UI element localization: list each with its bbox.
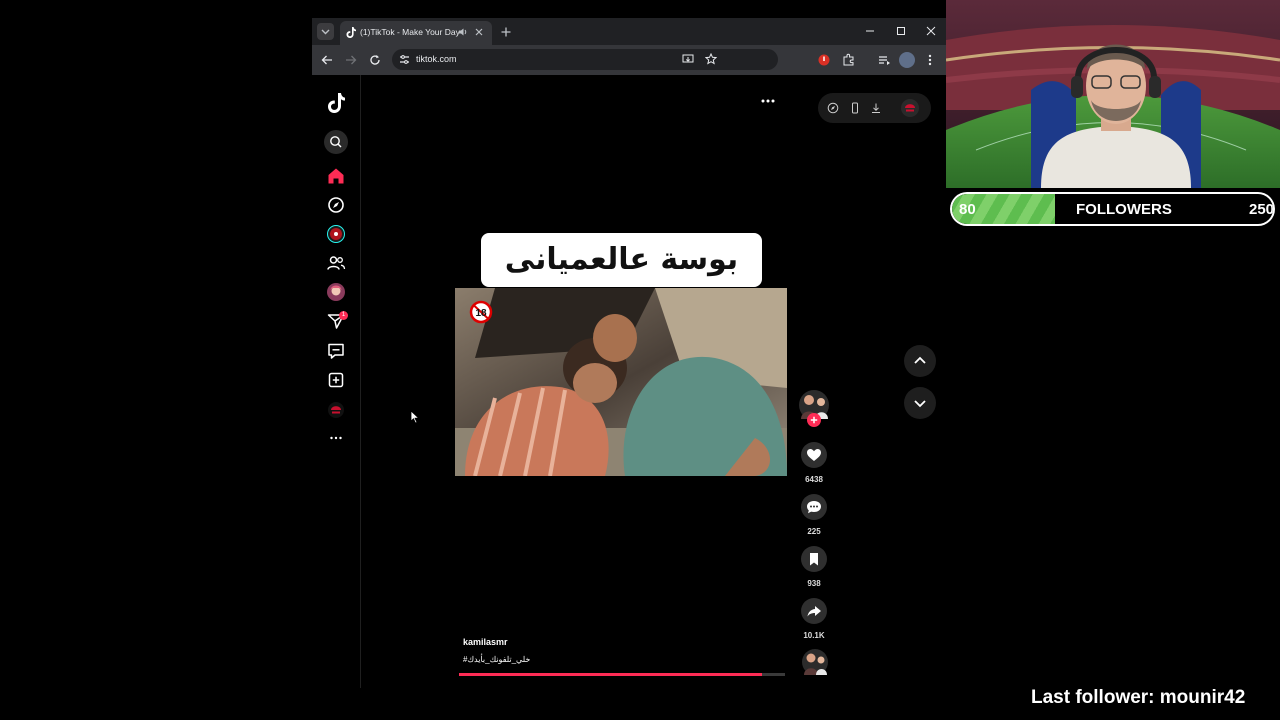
inbox-icon[interactable]: [326, 341, 346, 361]
last-follower-text: Last follower: mounir42: [1031, 687, 1246, 708]
chevron-down-icon: [914, 400, 926, 408]
follower-goal-track: 80 FOLLOWERS 250: [952, 194, 1273, 224]
home-icon[interactable]: [326, 166, 346, 186]
share-button[interactable]: [801, 598, 827, 624]
comment-bubble-icon: [807, 501, 821, 514]
download-icon[interactable]: [870, 102, 882, 114]
search-button[interactable]: [324, 130, 348, 154]
bookmark-star-icon[interactable]: [705, 53, 717, 65]
new-tab-button[interactable]: [498, 24, 514, 40]
like-count: 6438: [805, 475, 823, 484]
video-progress-fill: [459, 673, 763, 676]
video-options-dots-icon[interactable]: [760, 96, 776, 106]
profile-avatar-icon[interactable]: [326, 282, 346, 302]
like-button[interactable]: [801, 442, 827, 468]
follower-current: 80: [959, 201, 976, 218]
media-controls-icon[interactable]: [877, 53, 891, 67]
explore-compass-icon[interactable]: [827, 102, 839, 114]
messages-badge: 1: [339, 311, 348, 320]
video-progress-bar[interactable]: [459, 673, 785, 676]
address-bar[interactable]: tiktok.com: [392, 49, 778, 70]
tiktok-page: 1 بوسة عالعميانى 18 kamilasmr #خلي_تلفون…: [312, 75, 946, 688]
previous-video-button[interactable]: [904, 345, 936, 377]
bookmark-icon: [810, 553, 818, 566]
extension-red-icon[interactable]: [817, 53, 831, 67]
follower-label: FOLLOWERS: [1076, 201, 1172, 218]
install-app-icon[interactable]: [682, 54, 694, 65]
chevron-down-icon: [321, 29, 330, 35]
share-count: 10.1K: [803, 631, 825, 640]
following-users-icon[interactable]: [326, 253, 346, 273]
chevron-up-icon: [914, 356, 926, 364]
browser-menu-icon[interactable]: [926, 53, 934, 67]
minimize-icon[interactable]: [863, 24, 877, 38]
save-button[interactable]: [801, 546, 827, 572]
close-window-icon[interactable]: [924, 24, 938, 38]
save-count: 938: [807, 579, 821, 588]
webcam-image: [946, 0, 1280, 188]
account-avatar-icon[interactable]: [900, 98, 920, 118]
plus-icon: [501, 27, 511, 37]
rating-badge-text: 18: [475, 308, 487, 319]
upload-plus-icon[interactable]: [326, 370, 346, 390]
url-text: tiktok.com: [416, 54, 457, 64]
follow-plus-icon[interactable]: [807, 413, 821, 427]
tiktok-favicon-icon: [346, 27, 356, 38]
tiktok-sidebar: 1: [312, 75, 361, 688]
comment-button[interactable]: [801, 494, 827, 520]
explore-compass-icon[interactable]: [326, 195, 346, 215]
site-info-icon[interactable]: [399, 54, 410, 65]
top-actions-pill: [818, 93, 931, 123]
mobile-app-icon[interactable]: [849, 102, 861, 114]
comment-count: 225: [807, 527, 821, 536]
profile-avatar-icon[interactable]: [899, 52, 915, 68]
sound-disc-avatar[interactable]: [801, 648, 829, 676]
browser-toolbar: tiktok.com: [312, 45, 946, 75]
reload-icon[interactable]: [368, 53, 382, 67]
heart-icon: [807, 449, 821, 461]
close-tab-icon[interactable]: [475, 28, 483, 36]
follower-goal: 250: [1249, 201, 1273, 218]
share-arrow-icon: [807, 606, 821, 617]
maximize-icon[interactable]: [894, 24, 908, 38]
video-player[interactable]: 18: [455, 288, 787, 476]
tiktok-logo-icon[interactable]: [327, 93, 345, 113]
back-arrow-icon[interactable]: [320, 53, 334, 67]
tab-search-button[interactable]: [317, 23, 334, 40]
user-avatar-icon[interactable]: [326, 400, 346, 420]
follower-goal-bar: 80 FOLLOWERS 250: [950, 192, 1275, 226]
webcam-feed: [946, 0, 1280, 188]
next-video-button[interactable]: [904, 387, 936, 419]
extensions-puzzle-icon[interactable]: [842, 53, 856, 67]
tab-title: (1)TikTok - Make Your Day: [360, 27, 460, 37]
browser-window: (1)TikTok - Make Your Day tiktok.com 1 ب…: [312, 18, 946, 688]
video-caption-overlay: بوسة عالعميانى: [481, 233, 762, 287]
speaker-icon[interactable]: [458, 27, 468, 37]
caption-text: بوسة عالعميانى: [504, 242, 739, 277]
more-dots-icon[interactable]: [326, 428, 346, 448]
mouse-cursor-icon: [410, 410, 420, 424]
video-hashtag[interactable]: #خلي_تلفونك_بأيدك: [463, 655, 530, 664]
video-frame-image: 18: [455, 288, 787, 476]
search-icon: [330, 136, 342, 148]
browser-tab[interactable]: (1)TikTok - Make Your Day: [340, 21, 492, 45]
live-icon[interactable]: [326, 224, 346, 244]
video-author[interactable]: kamilasmr: [463, 637, 508, 647]
forward-arrow-icon[interactable]: [344, 53, 358, 67]
tab-strip: (1)TikTok - Make Your Day: [312, 18, 946, 45]
